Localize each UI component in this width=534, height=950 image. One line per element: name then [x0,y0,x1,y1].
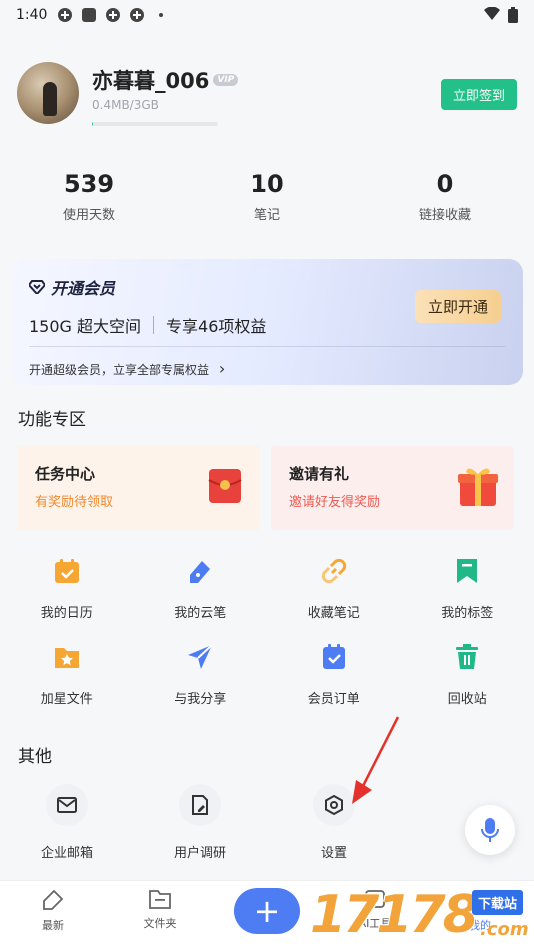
task-center-title: 任务中心 [35,465,96,483]
order-icon [322,644,345,669]
watermark-logo: 17178 下载站 .com [310,885,534,950]
nav-label: 最新 [42,919,64,932]
membership-benefits: 150G 超大空间 专享46项权益 [29,313,266,337]
send-icon [188,644,213,669]
watermark-number: 17178 [310,885,479,945]
grid-item-favorites[interactable]: 收藏笔记 [267,556,401,621]
storage-bar [92,122,218,126]
grid-item-shared-with-me[interactable]: 与我分享 [134,642,268,707]
membership-title: 开通会员 [29,275,115,299]
status-time: 1:40 [16,7,48,23]
section-title-features: 功能专区 [18,410,86,430]
other-item-label: 设置 [320,846,347,861]
notification-icon [58,8,73,22]
wifi-icon [484,7,500,20]
microphone-icon [481,818,499,842]
add-button[interactable]: + [234,888,300,934]
watermark-tag: 下载站 [472,890,524,915]
membership-title-text: 开通会员 [51,279,116,298]
more-dot-icon [159,13,164,17]
invite-title: 邀请有礼 [289,465,350,483]
stat-value: 0 [436,170,454,198]
feature-grid-row-2: 加星文件 与我分享 会员订单 回收站 [0,642,534,707]
star-folder-icon [54,648,79,668]
mail-icon [57,797,77,813]
divider [29,346,505,347]
diamond-icon [29,280,45,294]
stats-row: 539 使用天数 10 笔记 0 链接收藏 [0,170,534,223]
folder-icon [149,890,171,909]
storage-bar-fill [92,122,93,126]
profile-header: 亦暮暮_006 VIP 0.4MB/3GB [17,62,239,126]
gift-icon [458,468,498,506]
nav-item-recent[interactable]: 最新 [18,889,88,933]
other-item-label: 企业邮箱 [40,846,93,861]
invite-subtitle: 邀请好友得奖励 [289,495,381,510]
task-center-subtitle: 有奖励待领取 [35,495,114,510]
invite-card[interactable]: 邀请有礼 邀请好友得奖励 [271,446,514,530]
section-title-others: 其他 [18,747,52,767]
membership-card[interactable]: 开通会员 150G 超大空间 专享46项权益 立即开通 开通超级会员，立享全部专… [11,259,523,385]
grid-item-member-orders[interactable]: 会员订单 [267,642,401,707]
stat-label: 笔记 [253,208,280,223]
battery-icon [508,7,518,23]
grid-item-label: 我的标签 [441,606,494,621]
pen-icon [190,561,211,583]
voice-input-button[interactable] [465,805,515,855]
grid-item-label: 回收站 [447,692,487,707]
watermark-domain: .com [480,919,529,940]
stat-label: 链接收藏 [418,208,471,223]
open-membership-button[interactable]: 立即开通 [415,290,501,323]
stat-days[interactable]: 539 使用天数 [0,170,178,223]
membership-space: 150G 超大空间 [29,317,142,336]
stat-label: 使用天数 [62,208,115,223]
membership-footer-text: 开通超级会员，立享全部专属权益 [29,363,210,377]
stat-notes[interactable]: 10 笔记 [178,170,356,223]
other-item-label: 用户调研 [173,846,226,861]
storage-usage: 0.4MB/3GB [92,98,159,112]
survey-icon [192,795,208,815]
nav-item-folder[interactable]: 文件夹 [125,889,195,931]
membership-rights: 专享46项权益 [166,317,267,336]
settings-icon [325,795,343,815]
grid-item-tags[interactable]: 我的标签 [401,556,534,621]
nav-label: 文件夹 [143,917,177,930]
avatar[interactable] [17,62,79,124]
divider [153,316,155,334]
bookmark-icon [457,559,478,583]
username: 亦暮暮_006 [92,69,210,93]
membership-footer-link[interactable]: 开通超级会员，立享全部专属权益 › [29,359,225,378]
signin-button[interactable]: 立即签到 [441,79,517,110]
grid-item-label: 加星文件 [40,692,93,707]
notification-icon-2 [106,8,121,22]
other-item-user-survey[interactable]: 用户调研 [150,784,250,861]
grid-item-recycle-bin[interactable]: 回收站 [401,642,534,707]
task-center-card[interactable]: 任务中心 有奖励待领取 [17,446,260,530]
other-item-settings[interactable]: 设置 [284,784,384,861]
grid-item-calendar[interactable]: 我的日历 [0,556,134,621]
vip-badge: VIP [213,74,239,86]
notification-icon-3 [130,8,145,22]
app-square-icon [82,8,97,22]
other-item-enterprise-mail[interactable]: 企业邮箱 [17,784,117,861]
grid-item-cloud-pen[interactable]: 我的云笔 [134,556,268,621]
chevron-right-icon: › [218,359,226,378]
stat-value: 539 [63,170,115,198]
link-icon [321,558,346,584]
stat-links[interactable]: 0 链接收藏 [356,170,534,223]
red-envelope-icon [208,469,242,503]
status-bar: 1:40 [0,0,534,30]
trash-icon [456,644,479,669]
grid-item-label: 我的日历 [40,606,93,621]
grid-item-label: 与我分享 [174,692,227,707]
recent-icon [43,889,64,910]
feature-grid-row-1: 我的日历 我的云笔 收藏笔记 我的标签 [0,556,534,621]
calendar-icon [54,559,79,583]
stat-value: 10 [250,170,284,198]
grid-item-label: 收藏笔记 [307,606,360,621]
grid-item-starred-files[interactable]: 加星文件 [0,642,134,707]
grid-item-label: 我的云笔 [174,606,227,621]
grid-item-label: 会员订单 [307,692,360,707]
